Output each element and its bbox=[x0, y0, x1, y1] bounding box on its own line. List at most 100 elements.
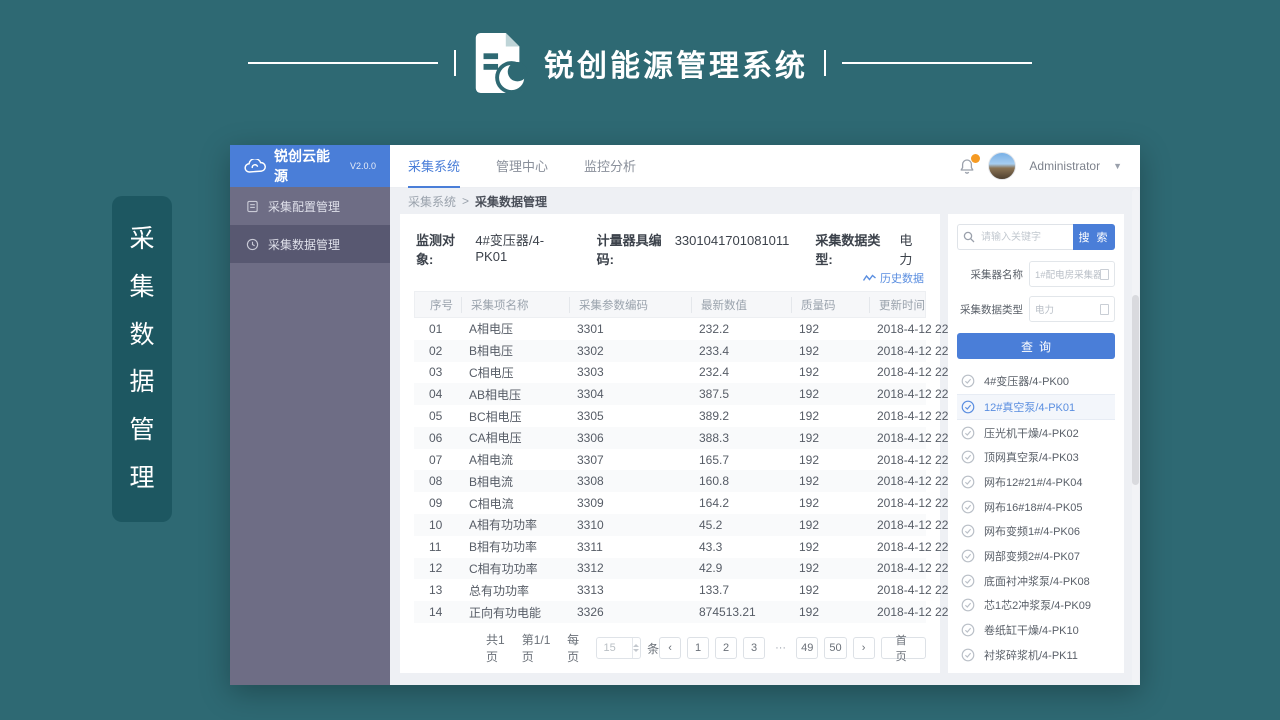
table-row: 10A相有功功率331045.21922018-4-12 22:30:45 bbox=[414, 514, 926, 536]
device-item[interactable]: 压光机干燥/4-PK02 bbox=[957, 420, 1115, 445]
data-card: 监测对象:4#变压器/4-PK01计量器具编码:3301041701081011… bbox=[400, 214, 940, 673]
table-cell: 3326 bbox=[568, 605, 690, 619]
device-item[interactable]: 芯1芯2冲浆泵/4-PK09 bbox=[957, 593, 1115, 618]
sidebar-item-collect-config[interactable]: 采集配置管理 bbox=[230, 187, 390, 225]
search-button[interactable]: 搜 索 bbox=[1073, 224, 1115, 250]
table-cell: 133.7 bbox=[690, 583, 790, 597]
monitor-info-field: 采集数据类型:电力 bbox=[815, 230, 924, 268]
table-row: 13总有功功率3313133.71922018-4-12 22:30:45 bbox=[414, 579, 926, 601]
check-circle-icon bbox=[961, 400, 975, 414]
device-item[interactable]: 顶网真空泵/4-PK03 bbox=[957, 445, 1115, 470]
sidebar-item-collect-data[interactable]: 采集数据管理 bbox=[230, 225, 390, 263]
table-cell: 192 bbox=[790, 431, 868, 445]
device-item[interactable]: 网部变频2#/4-PK07 bbox=[957, 544, 1115, 569]
table-cell: 05 bbox=[414, 409, 460, 423]
table-row: 06CA相电压3306388.31922018-4-12 22:30:45 bbox=[414, 427, 926, 449]
table-cell: 165.7 bbox=[690, 453, 790, 467]
table-cell: 10 bbox=[414, 518, 460, 532]
device-label: 衬浆碎浆机/4-PK11 bbox=[984, 647, 1078, 663]
monitor-info-field: 监测对象:4#变压器/4-PK01 bbox=[416, 230, 571, 268]
table-cell: A相电流 bbox=[460, 451, 568, 468]
device-item[interactable]: 卷纸缸干燥/4-PK10 bbox=[957, 618, 1115, 643]
table-cell: 192 bbox=[790, 387, 868, 401]
check-circle-icon bbox=[961, 475, 975, 489]
device-item[interactable]: 12#真空泵/4-PK01 bbox=[957, 394, 1115, 421]
device-item[interactable]: 4#变压器/4-PK00 bbox=[957, 369, 1115, 394]
table-row: 14正向有功电能3326874513.211922018-4-12 22:30:… bbox=[414, 601, 926, 623]
device-item[interactable]: 网布16#18#/4-PK05 bbox=[957, 494, 1115, 519]
table-column-header: 序号 bbox=[415, 297, 461, 313]
page-size-field[interactable] bbox=[597, 642, 631, 654]
table-cell: 3301 bbox=[568, 322, 690, 336]
device-item[interactable]: 底面衬冲浆泵/4-PK08 bbox=[957, 568, 1115, 593]
table-cell: 3308 bbox=[568, 474, 690, 488]
page-number-button[interactable]: 2 bbox=[715, 637, 737, 659]
banner-right-line bbox=[842, 62, 1032, 64]
notification-bell-icon[interactable] bbox=[959, 158, 975, 175]
nav-tab-0[interactable]: 采集系统 bbox=[408, 145, 460, 188]
table-cell: A相电压 bbox=[460, 320, 568, 337]
query-button[interactable]: 查询 bbox=[957, 333, 1115, 359]
check-circle-icon bbox=[961, 598, 975, 612]
first-page-button[interactable]: 首页 bbox=[881, 637, 926, 659]
page-current-label: 第1/1页 bbox=[522, 631, 561, 665]
nav-tab-1[interactable]: 管理中心 bbox=[496, 145, 548, 188]
next-page-button[interactable]: › bbox=[853, 637, 875, 659]
page-number-button[interactable]: 3 bbox=[743, 637, 765, 659]
notification-badge bbox=[971, 154, 980, 163]
prev-page-button[interactable]: ‹ bbox=[659, 637, 681, 659]
device-label: 4#变压器/4-PK00 bbox=[984, 373, 1069, 389]
app-logo: 锐创云能源 V2.0.0 bbox=[230, 145, 390, 187]
vertical-label-char: 数 bbox=[129, 323, 154, 348]
stepper-icon[interactable] bbox=[632, 638, 640, 658]
table-column-header: 最新数值 bbox=[691, 297, 791, 313]
data-clock-icon bbox=[246, 238, 259, 251]
table-cell: 45.2 bbox=[690, 518, 790, 532]
device-item[interactable]: 网布变频1#/4-PK06 bbox=[957, 519, 1115, 544]
history-data-link[interactable]: 历史数据 bbox=[863, 270, 924, 286]
table-cell: 3304 bbox=[568, 387, 690, 401]
table-cell: A相有功功率 bbox=[460, 516, 568, 533]
table-row: 08B相电流3308160.81922018-4-12 22:30:45 bbox=[414, 470, 926, 492]
table-cell: 388.3 bbox=[690, 431, 790, 445]
page-number-button[interactable]: 50 bbox=[824, 637, 846, 659]
breadcrumb-separator: > bbox=[462, 194, 469, 208]
table-cell: 3302 bbox=[568, 344, 690, 358]
table-column-header: 质量码 bbox=[791, 297, 869, 313]
check-circle-icon bbox=[961, 450, 975, 464]
data-type-select[interactable]: 电力 bbox=[1029, 296, 1115, 322]
breadcrumb-parent[interactable]: 采集系统 bbox=[408, 193, 456, 210]
info-field-label: 采集数据类型: bbox=[815, 230, 893, 268]
table-cell: 3306 bbox=[568, 431, 690, 445]
table-cell: 192 bbox=[790, 583, 868, 597]
line-chart-icon bbox=[863, 274, 876, 282]
table-cell: C相有功功率 bbox=[460, 560, 568, 577]
monitor-info-bar: 监测对象:4#变压器/4-PK01计量器具编码:3301041701081011… bbox=[414, 222, 926, 268]
table-cell: 192 bbox=[790, 365, 868, 379]
scrollbar-thumb[interactable] bbox=[1132, 295, 1139, 485]
table-cell: 3311 bbox=[568, 540, 690, 554]
user-avatar[interactable] bbox=[988, 152, 1016, 180]
chevron-down-icon[interactable]: ▼ bbox=[1113, 161, 1122, 171]
table-cell: 02 bbox=[414, 344, 460, 358]
device-label: 网部变频2#/4-PK07 bbox=[984, 548, 1080, 564]
info-field-value: 4#变压器/4-PK01 bbox=[475, 230, 570, 264]
device-item[interactable]: 网布12#21#/4-PK04 bbox=[957, 470, 1115, 495]
device-item[interactable]: 衬浆碎浆机/4-PK11 bbox=[957, 642, 1115, 667]
per-page-unit: 条 bbox=[647, 640, 659, 657]
device-label: 压光机干燥/4-PK02 bbox=[984, 425, 1079, 441]
check-circle-icon bbox=[961, 426, 975, 440]
search-input[interactable] bbox=[979, 231, 1068, 244]
select-box-icon bbox=[1100, 269, 1109, 280]
table-cell: 192 bbox=[790, 344, 868, 358]
collector-name-filter: 采集器名称1#配电房采集器 bbox=[957, 261, 1115, 287]
nav-tab-2[interactable]: 监控分析 bbox=[584, 145, 636, 188]
collector-select[interactable]: 1#配电房采集器 bbox=[1029, 261, 1115, 287]
user-name[interactable]: Administrator bbox=[1029, 159, 1100, 173]
page-size-input[interactable] bbox=[596, 637, 641, 659]
pagination-bar: 共1页 第1/1页 每页 条 ‹ 123···4950 bbox=[414, 623, 926, 665]
page-number-button[interactable]: 49 bbox=[796, 637, 818, 659]
page-title: 锐创能源管理系统 bbox=[544, 41, 808, 85]
device-label: 卷纸缸干燥/4-PK10 bbox=[984, 622, 1079, 638]
page-number-button[interactable]: 1 bbox=[687, 637, 709, 659]
